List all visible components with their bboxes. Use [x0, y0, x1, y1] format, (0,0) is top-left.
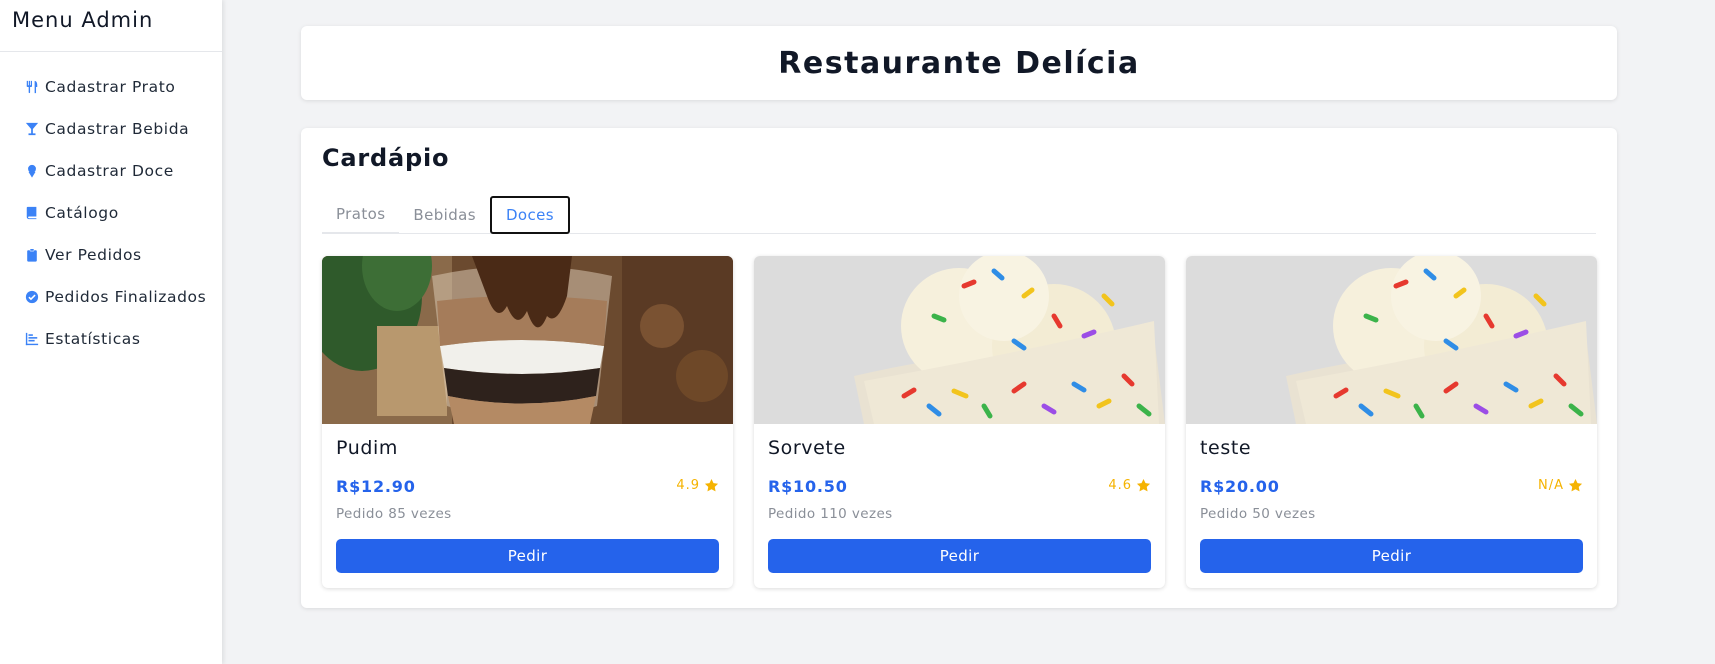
- product-price: R$12.90: [336, 477, 416, 496]
- product-rating: 4.9: [676, 478, 719, 493]
- product-image: [322, 256, 733, 424]
- sidebar-item-cadastrar-doce[interactable]: Cadastrar Doce: [0, 150, 222, 192]
- sidebar-item-ver-pedidos[interactable]: Ver Pedidos: [0, 234, 222, 276]
- check-circle-icon: [25, 290, 39, 304]
- star-icon: [1568, 478, 1583, 492]
- sidebar-item-pedidos-finalizados[interactable]: Pedidos Finalizados: [0, 276, 222, 318]
- product-card: Sorvete R$10.50 4.6 Pedido 110 vezes Ped…: [754, 256, 1165, 588]
- order-button[interactable]: Pedir: [768, 539, 1151, 573]
- star-icon: [1136, 478, 1151, 492]
- sidebar-item-catalogo[interactable]: Catálogo: [0, 192, 222, 234]
- star-icon: [704, 478, 719, 492]
- restaurant-header: Restaurante Delícia: [301, 26, 1617, 100]
- tab-bebidas[interactable]: Bebidas: [399, 196, 490, 234]
- sidebar: Menu Admin Cadastrar Prato Cadastrar Beb…: [0, 0, 222, 664]
- rating-value: N/A: [1538, 478, 1564, 493]
- sidebar-item-label: Estatísticas: [45, 330, 141, 348]
- bar-chart-icon: [25, 332, 39, 346]
- order-button[interactable]: Pedir: [1200, 539, 1583, 573]
- product-name: teste: [1200, 437, 1252, 459]
- restaurant-title: Restaurante Delícia: [778, 45, 1140, 81]
- menu-title: Cardápio: [322, 144, 450, 172]
- sidebar-item-estatisticas[interactable]: Estatísticas: [0, 318, 222, 360]
- product-image: [754, 256, 1165, 424]
- tab-pratos[interactable]: Pratos: [322, 196, 400, 234]
- product-name: Sorvete: [768, 437, 846, 459]
- ice-cream-icon: [25, 164, 39, 178]
- product-rating: 4.6: [1108, 478, 1151, 493]
- sidebar-item-label: Catálogo: [45, 204, 119, 222]
- book-icon: [25, 206, 39, 220]
- sidebar-title: Menu Admin: [0, 0, 222, 52]
- product-rating: N/A: [1538, 478, 1583, 493]
- product-price: R$10.50: [768, 477, 848, 496]
- product-name: Pudim: [336, 437, 399, 459]
- sidebar-nav: Cadastrar Prato Cadastrar Bebida Cadastr…: [0, 52, 222, 360]
- sidebar-item-label: Pedidos Finalizados: [45, 288, 207, 306]
- product-price: R$20.00: [1200, 477, 1280, 496]
- product-order-count: Pedido 50 vezes: [1200, 506, 1316, 522]
- sidebar-item-cadastrar-bebida[interactable]: Cadastrar Bebida: [0, 108, 222, 150]
- sidebar-item-label: Cadastrar Bebida: [45, 120, 190, 138]
- utensils-icon: [25, 80, 39, 94]
- product-order-count: Pedido 110 vezes: [768, 506, 893, 522]
- menu-section: Cardápio Pratos Bebidas Doces Pudim R$12…: [301, 128, 1617, 608]
- clipboard-icon: [25, 248, 39, 262]
- order-button[interactable]: Pedir: [336, 539, 719, 573]
- sidebar-item-label: Cadastrar Doce: [45, 162, 174, 180]
- tab-doces[interactable]: Doces: [489, 196, 570, 234]
- product-card: teste R$20.00 N/A Pedido 50 vezes Pedir: [1186, 256, 1597, 588]
- sidebar-item-label: Cadastrar Prato: [45, 78, 176, 96]
- product-card: Pudim R$12.90 4.9 Pedido 85 vezes Pedir: [322, 256, 733, 588]
- cocktail-icon: [25, 122, 39, 136]
- sidebar-item-cadastrar-prato[interactable]: Cadastrar Prato: [0, 66, 222, 108]
- product-image: [1186, 256, 1597, 424]
- sidebar-item-label: Ver Pedidos: [45, 246, 142, 264]
- rating-value: 4.9: [676, 478, 700, 493]
- product-order-count: Pedido 85 vezes: [336, 506, 452, 522]
- menu-tabs: Pratos Bebidas Doces: [322, 196, 1596, 234]
- rating-value: 4.6: [1108, 478, 1132, 493]
